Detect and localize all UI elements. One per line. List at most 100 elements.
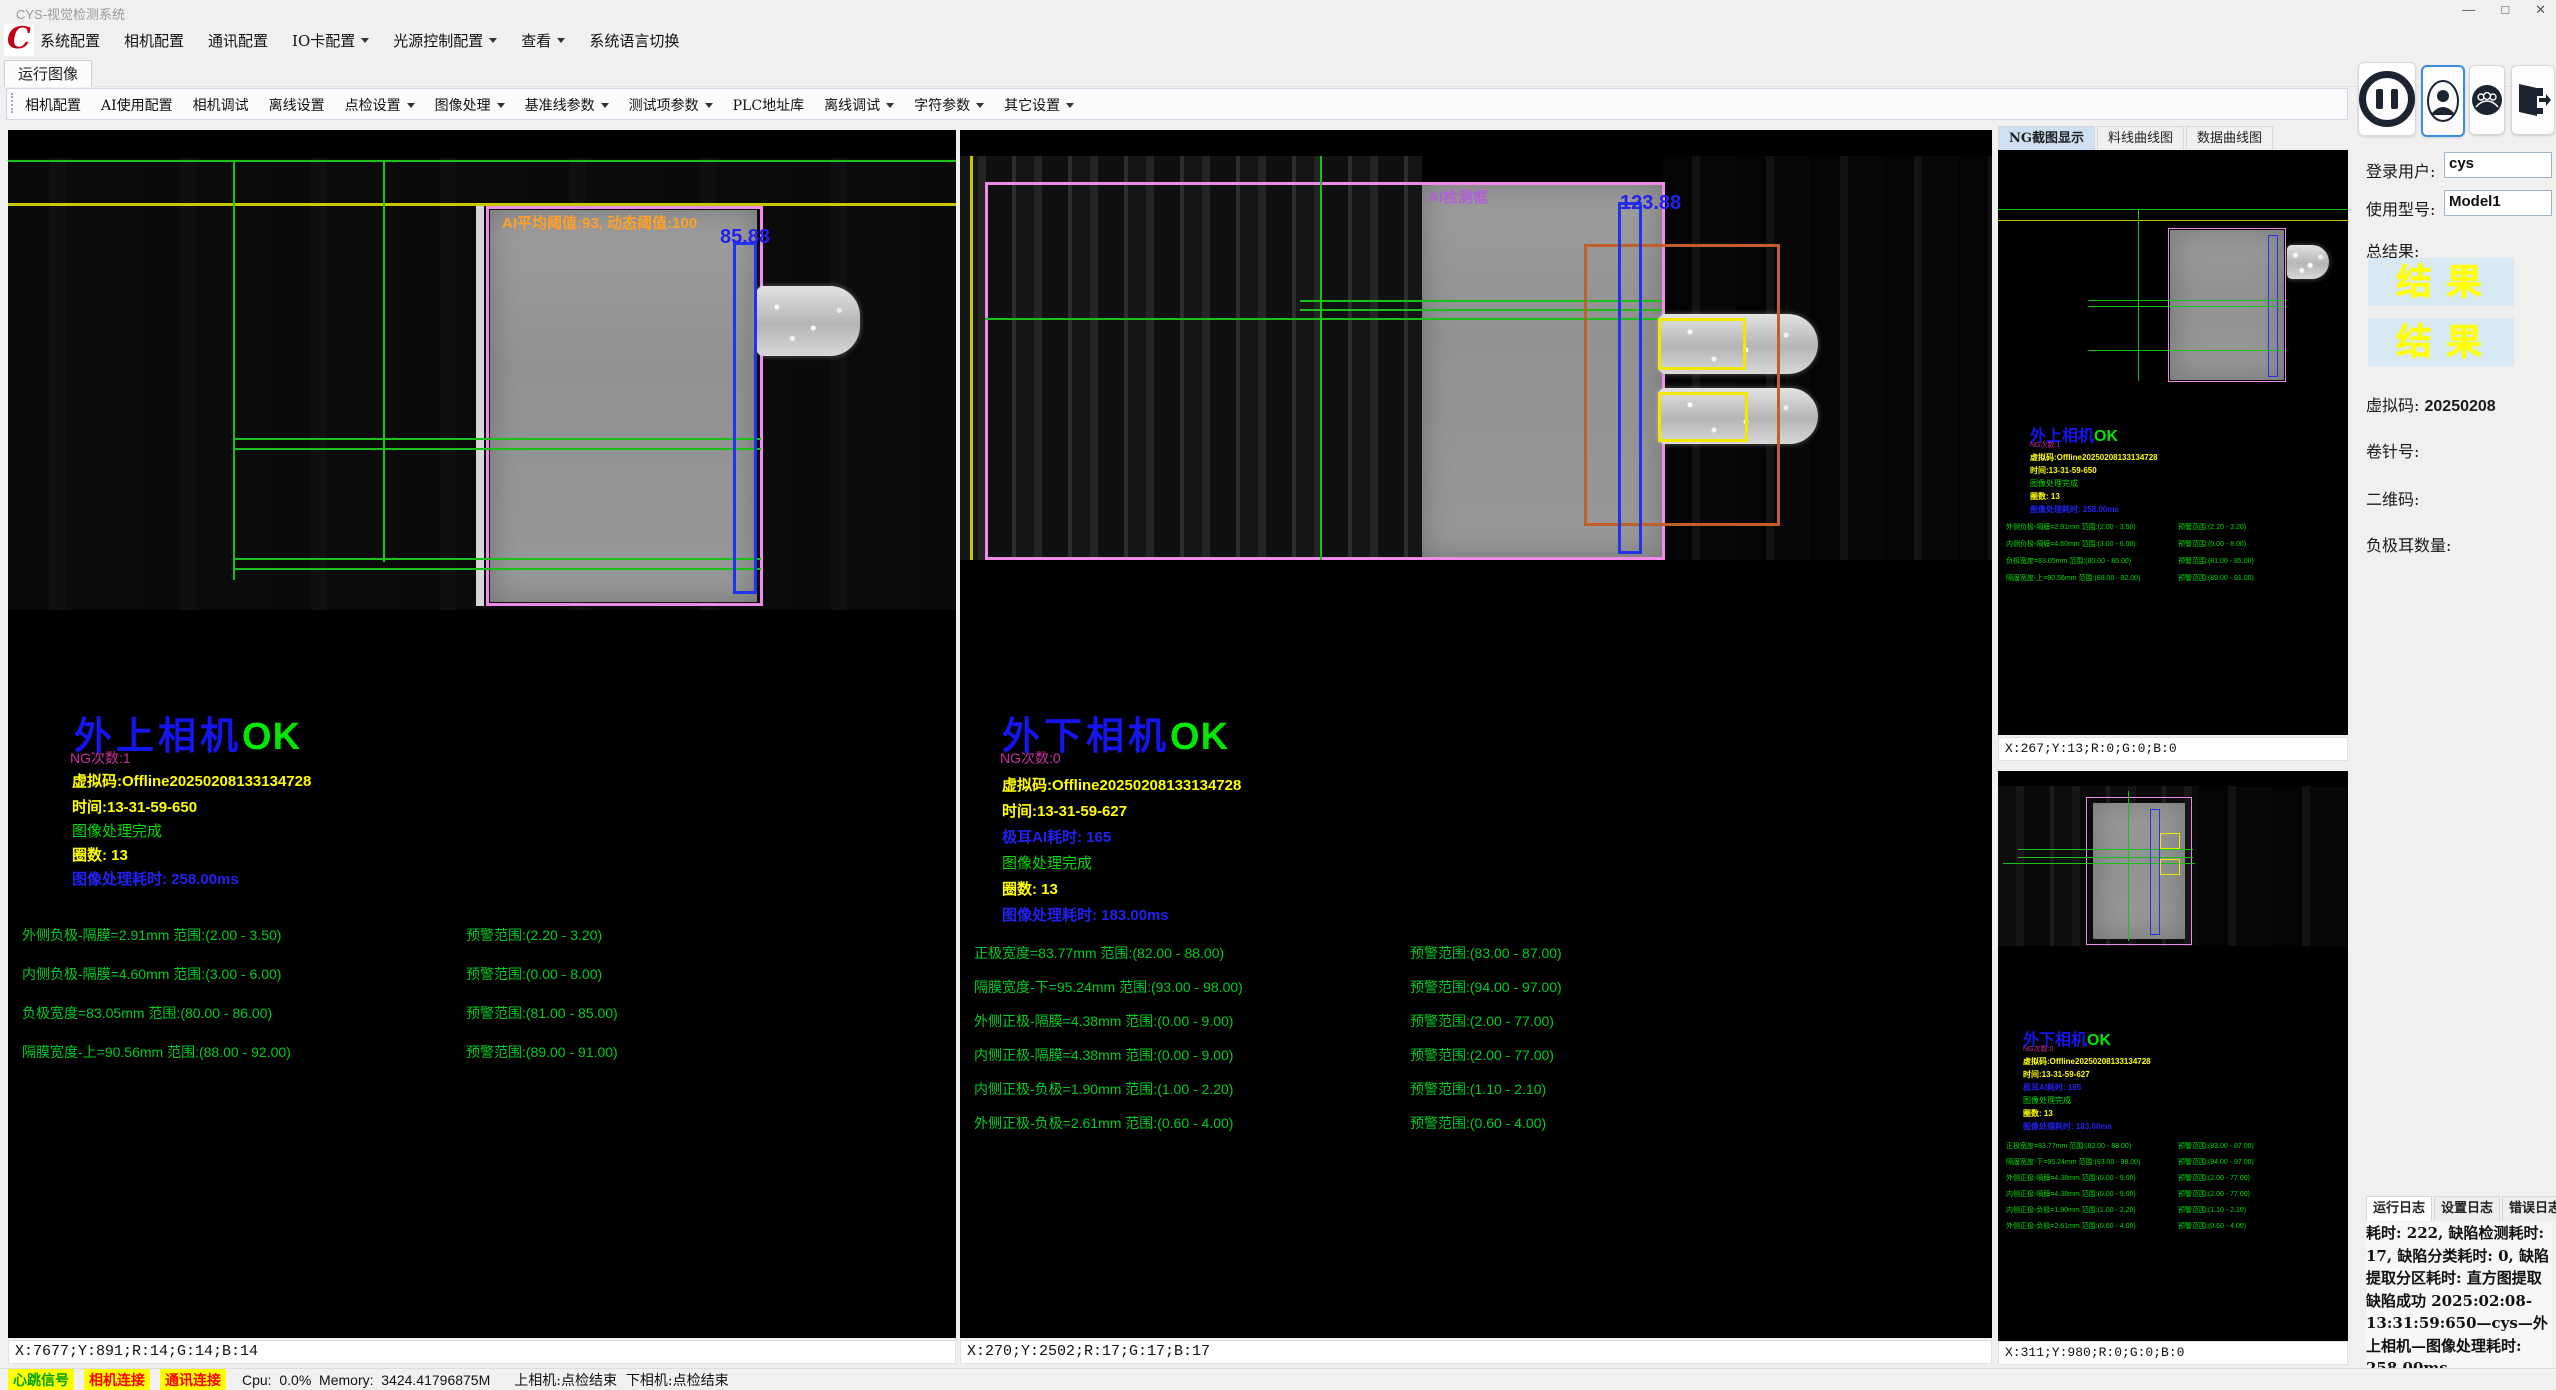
tab-run-log[interactable]: 运行日志 bbox=[2366, 1196, 2432, 1221]
pause-button[interactable] bbox=[2358, 62, 2416, 136]
measurement-row: 内侧负极-隔膜=4.60mm 范围:(3.00 - 6.00) bbox=[2006, 539, 2136, 549]
measurement-warn: 预警范围:(1.10 - 2.10) bbox=[1410, 1079, 1546, 1099]
users-button[interactable] bbox=[2469, 65, 2505, 135]
tool-spot-check[interactable]: 点检设置 bbox=[345, 95, 415, 115]
menu-language-switch[interactable]: 系统语言切换 bbox=[589, 30, 679, 51]
ng-count-text: NG次数:1 bbox=[2030, 440, 2060, 450]
virtual-code-text: 虚拟码:Offline20250208133134728 bbox=[1002, 774, 1241, 795]
close-icon[interactable]: ✕ bbox=[2535, 2, 2546, 18]
minimize-icon[interactable]: — bbox=[2462, 2, 2475, 18]
measurement-warn: 预警范围:(94.00 - 97.00) bbox=[2178, 1157, 2254, 1167]
time-text: 时间:13-31-59-627 bbox=[2023, 1069, 2090, 1080]
heartbeat-indicator: 心跳信号 bbox=[8, 1369, 74, 1390]
ng-preview-lower-coords: X:311;Y:980;R:0;G:0;B:0 bbox=[1998, 1341, 2348, 1365]
menu-label: IO卡配置 bbox=[292, 30, 355, 51]
turns-text: 圈数: 13 bbox=[1002, 878, 1058, 899]
green-guide-line bbox=[233, 448, 761, 450]
camera-view-upper[interactable]: AI平均阈值:93, 动态阈值:100 85.88 外上相机OK NG次数:1 … bbox=[8, 130, 956, 1338]
app-window: CYS-视觉检测系统 — □ ✕ C 系统配置 相机配置 通讯配置 IO卡配置 … bbox=[0, 0, 2556, 1390]
menu-system-config[interactable]: 系统配置 bbox=[40, 30, 100, 51]
yellow-guide-line bbox=[970, 156, 973, 560]
exit-button[interactable] bbox=[2511, 65, 2555, 135]
ng-preview-upper[interactable]: 外上相机OK NG次数:1 虚拟码:Offline202502081331347… bbox=[1998, 150, 2348, 735]
tool-offline-settings[interactable]: 离线设置 bbox=[269, 95, 325, 115]
tool-offline-debug[interactable]: 离线调试 bbox=[824, 95, 894, 115]
qr-code-label: 二维码: bbox=[2366, 486, 2419, 510]
menu-label: 系统配置 bbox=[40, 30, 100, 51]
yellow-guide-line bbox=[1998, 220, 2348, 221]
pink-detect-rect bbox=[486, 206, 763, 606]
process-done-text: 图像处理完成 bbox=[72, 820, 162, 841]
blue-measure-rect bbox=[2150, 809, 2160, 935]
menu-camera-config[interactable]: 相机配置 bbox=[124, 30, 184, 51]
tab-run-image[interactable]: 运行图像 bbox=[4, 60, 92, 87]
tab-error-log[interactable]: 错误日志 bbox=[2502, 1196, 2556, 1221]
ai-time-text: 极耳AI耗时: 165 bbox=[1002, 826, 1111, 847]
measurement-row: 内侧负极-隔膜=4.60mm 范围:(3.00 - 6.00) bbox=[22, 964, 281, 984]
turns-text: 圈数: 13 bbox=[2030, 491, 2060, 502]
menu-io-card-config[interactable]: IO卡配置 bbox=[292, 30, 369, 51]
measurement-warn: 预警范围:(2.00 - 77.00) bbox=[2178, 1173, 2250, 1183]
exit-icon bbox=[2515, 82, 2551, 118]
ng-preview-lower[interactable]: 外下相机OK NG次数:0 虚拟码:Offline202502081331347… bbox=[1998, 771, 2348, 1341]
green-guide-line bbox=[233, 438, 761, 440]
green-guide-line bbox=[2088, 350, 2284, 351]
green-guide-line bbox=[2138, 209, 2139, 381]
time-text: 时间:13-31-59-650 bbox=[72, 796, 197, 817]
virtual-code-text: 虚拟码:Offline20250208133134728 bbox=[2023, 1056, 2151, 1067]
toolbar-grip[interactable] bbox=[11, 93, 17, 113]
chevron-down-icon bbox=[601, 103, 609, 108]
measurement-warn: 预警范围:(89.00 - 91.00) bbox=[466, 1042, 618, 1062]
menu-comm-config[interactable]: 通讯配置 bbox=[208, 30, 268, 51]
tab-data-curve[interactable]: 数据曲线图 bbox=[2186, 126, 2273, 151]
tool-label: 图像处理 bbox=[435, 95, 491, 115]
virtual-code-label: 虚拟码: bbox=[2366, 396, 2419, 415]
tool-test-params[interactable]: 测试项参数 bbox=[629, 95, 713, 115]
measurement-warn: 预警范围:(0.00 - 8.00) bbox=[466, 964, 602, 984]
measurement-row: 隔膜宽度-上=90.56mm 范围:(88.00 - 92.00) bbox=[22, 1042, 291, 1062]
tool-plc-address[interactable]: PLC地址库 bbox=[733, 95, 804, 115]
menu-label: 查看 bbox=[521, 30, 551, 51]
menu-light-control-config[interactable]: 光源控制配置 bbox=[393, 30, 497, 51]
camera-link-indicator: 相机连接 bbox=[84, 1369, 150, 1390]
tool-camera-config[interactable]: 相机配置 bbox=[25, 95, 81, 115]
model-field[interactable]: Model1 bbox=[2444, 190, 2552, 216]
tab-settings-log[interactable]: 设置日志 bbox=[2434, 1196, 2500, 1221]
blue-measure-rect bbox=[733, 242, 757, 594]
tool-label: 离线调试 bbox=[824, 95, 880, 115]
measurement-warn: 预警范围:(83.00 - 87.00) bbox=[1410, 943, 1562, 963]
app-logo-icon: C bbox=[4, 24, 34, 56]
menu-label: 系统语言切换 bbox=[589, 30, 679, 51]
measurement-row: 外侧负极-隔膜=2.91mm 范围:(2.00 - 3.50) bbox=[2006, 522, 2136, 532]
measurement-row: 正极宽度=83.77mm 范围:(82.00 - 88.00) bbox=[2006, 1141, 2131, 1151]
tool-char-params[interactable]: 字符参数 bbox=[914, 95, 984, 115]
menu-label: 通讯配置 bbox=[208, 30, 268, 51]
tab-line-curve[interactable]: 料线曲线图 bbox=[2097, 126, 2184, 151]
measurement-row: 外侧正极-负极=2.61mm 范围:(0.60 - 4.00) bbox=[2006, 1221, 2136, 1231]
camera-view-lower[interactable]: AI检测框 123.88 外下相机OK NG次数:0 虚拟码:Offline20… bbox=[960, 130, 1992, 1338]
pin-number-label: 卷针号: bbox=[2366, 438, 2419, 462]
measurement-warn: 预警范围:(0.60 - 4.00) bbox=[1410, 1113, 1546, 1133]
toolbar-items: 相机配置 AI使用配置 相机调试 离线设置 点检设置 图像处理 基准线参数 测试… bbox=[25, 95, 1074, 115]
maximize-icon[interactable]: □ bbox=[2501, 2, 2509, 18]
process-done-text: 图像处理完成 bbox=[1002, 852, 1092, 873]
user-icon bbox=[2426, 79, 2460, 123]
measure-value-overlay: 85.88 bbox=[720, 226, 770, 249]
menu-items: 系统配置 相机配置 通讯配置 IO卡配置 光源控制配置 查看 系统语言切换 bbox=[40, 30, 679, 51]
tool-ai-config[interactable]: AI使用配置 bbox=[101, 95, 173, 115]
measurement-warn: 预警范围:(89.00 - 91.00) bbox=[2178, 573, 2254, 583]
tool-label: 其它设置 bbox=[1004, 95, 1060, 115]
menu-view[interactable]: 查看 bbox=[521, 30, 565, 51]
tab-ng-screenshot[interactable]: NG截图显示 bbox=[1998, 126, 2095, 151]
chevron-down-icon bbox=[361, 38, 369, 43]
tool-baseline-params[interactable]: 基准线参数 bbox=[525, 95, 609, 115]
secondary-toolbar: 相机配置 AI使用配置 相机调试 离线设置 点检设置 图像处理 基准线参数 测试… bbox=[6, 88, 2348, 120]
tool-label: 点检设置 bbox=[345, 95, 401, 115]
turns-text: 圈数: 13 bbox=[2023, 1108, 2053, 1119]
user-button[interactable] bbox=[2421, 65, 2465, 137]
login-user-field[interactable]: cys bbox=[2444, 152, 2552, 178]
tool-other-settings[interactable]: 其它设置 bbox=[1004, 95, 1074, 115]
tool-image-process[interactable]: 图像处理 bbox=[435, 95, 505, 115]
process-time-text: 图像处理耗时: 258.00ms bbox=[2030, 504, 2119, 515]
tool-camera-debug[interactable]: 相机调试 bbox=[193, 95, 249, 115]
